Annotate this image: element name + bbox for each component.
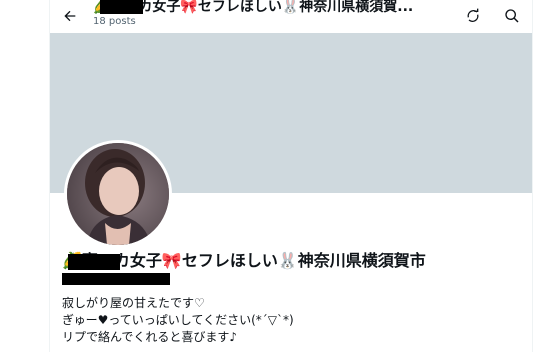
- profile-header: 🌽裏アカ女子🎀セフレほしい🐰神奈川県横須賀... 18 posts: [50, 0, 532, 32]
- search-icon: [505, 9, 519, 23]
- redaction-bar: [62, 273, 170, 285]
- arrow-left-icon: [64, 10, 76, 22]
- bio-line: 寂しがり屋の甘えたです♡: [62, 296, 205, 310]
- bio-line: リプで絡んでくれると喜びます♪: [62, 330, 238, 344]
- redaction-bar: [68, 254, 120, 270]
- profile-column: 🌽裏アカ女子🎀セフレほしい🐰神奈川県横須賀... 18 posts 🌽裏アカ女子…: [49, 0, 533, 352]
- redaction-bar: [100, 0, 143, 14]
- refresh-icon: [467, 8, 479, 22]
- post-count: 18 posts: [93, 16, 136, 27]
- header-title: 🌽裏アカ女子🎀セフレほしい🐰神奈川県横須賀...: [93, 0, 414, 15]
- avatar-photo: [67, 143, 169, 245]
- search-button[interactable]: [501, 5, 523, 27]
- profile-bio: 寂しがり屋の甘えたです♡ ぎゅー♥っていっぱいしてください(*´▽`*) リプで…: [62, 295, 294, 346]
- header-title-block: 🌽裏アカ女子🎀セフレほしい🐰神奈川県横須賀... 18 posts: [93, 0, 453, 28]
- bio-line: ぎゅー♥っていっぱいしてください(*´▽`*): [62, 313, 294, 327]
- profile-avatar[interactable]: [64, 140, 172, 248]
- refresh-button[interactable]: [462, 5, 484, 27]
- back-button[interactable]: [60, 6, 80, 26]
